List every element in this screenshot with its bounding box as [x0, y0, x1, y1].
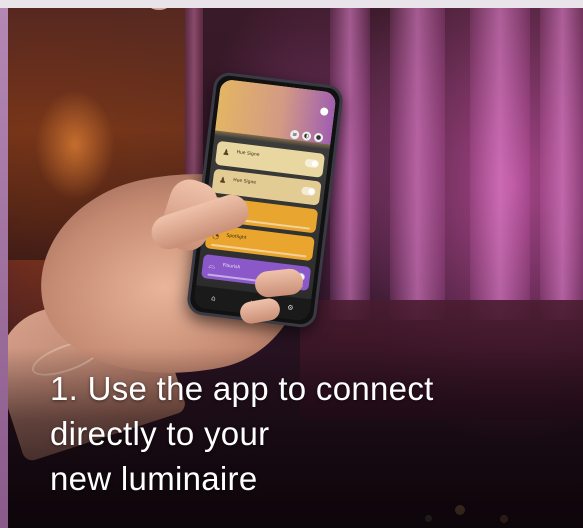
- settings-icon: ⚙: [286, 303, 294, 313]
- app-toolbar: ≡ ◐ ●: [289, 129, 324, 143]
- home-icon: ⌂: [210, 294, 217, 303]
- caption-line-1: 1. Use the app to connect: [50, 370, 434, 407]
- brightness-slider: [211, 243, 307, 258]
- curtain: [330, 0, 370, 320]
- lamp-icon: ♟: [218, 175, 227, 186]
- ceiling-light-icon: ⌓: [208, 260, 216, 271]
- app-header: ≡ ◐ ●: [215, 78, 337, 145]
- light-toggle: [300, 186, 316, 197]
- palette-icon: ●: [313, 132, 324, 143]
- light-toggle: [304, 158, 320, 169]
- scene-icon: ◐: [301, 131, 312, 142]
- caption-line-3: new luminaire: [50, 460, 258, 497]
- light-name: Hue Signe: [232, 177, 257, 186]
- left-border: [0, 8, 8, 528]
- light-name: Flourish: [222, 263, 241, 271]
- caption-line-2: directly to your: [50, 415, 270, 452]
- header-indicator-icon: [319, 107, 329, 117]
- lamp-icon: ♟: [221, 147, 231, 158]
- light-name: Spotlight: [226, 233, 247, 241]
- curtain: [470, 0, 530, 320]
- step-caption: 1. Use the app to connect directly to yo…: [50, 366, 570, 501]
- curtain: [540, 0, 583, 320]
- curtain: [390, 0, 445, 320]
- top-border: [0, 0, 583, 8]
- list-icon: ≡: [289, 129, 300, 140]
- light-name: Hue Signe: [236, 150, 260, 158]
